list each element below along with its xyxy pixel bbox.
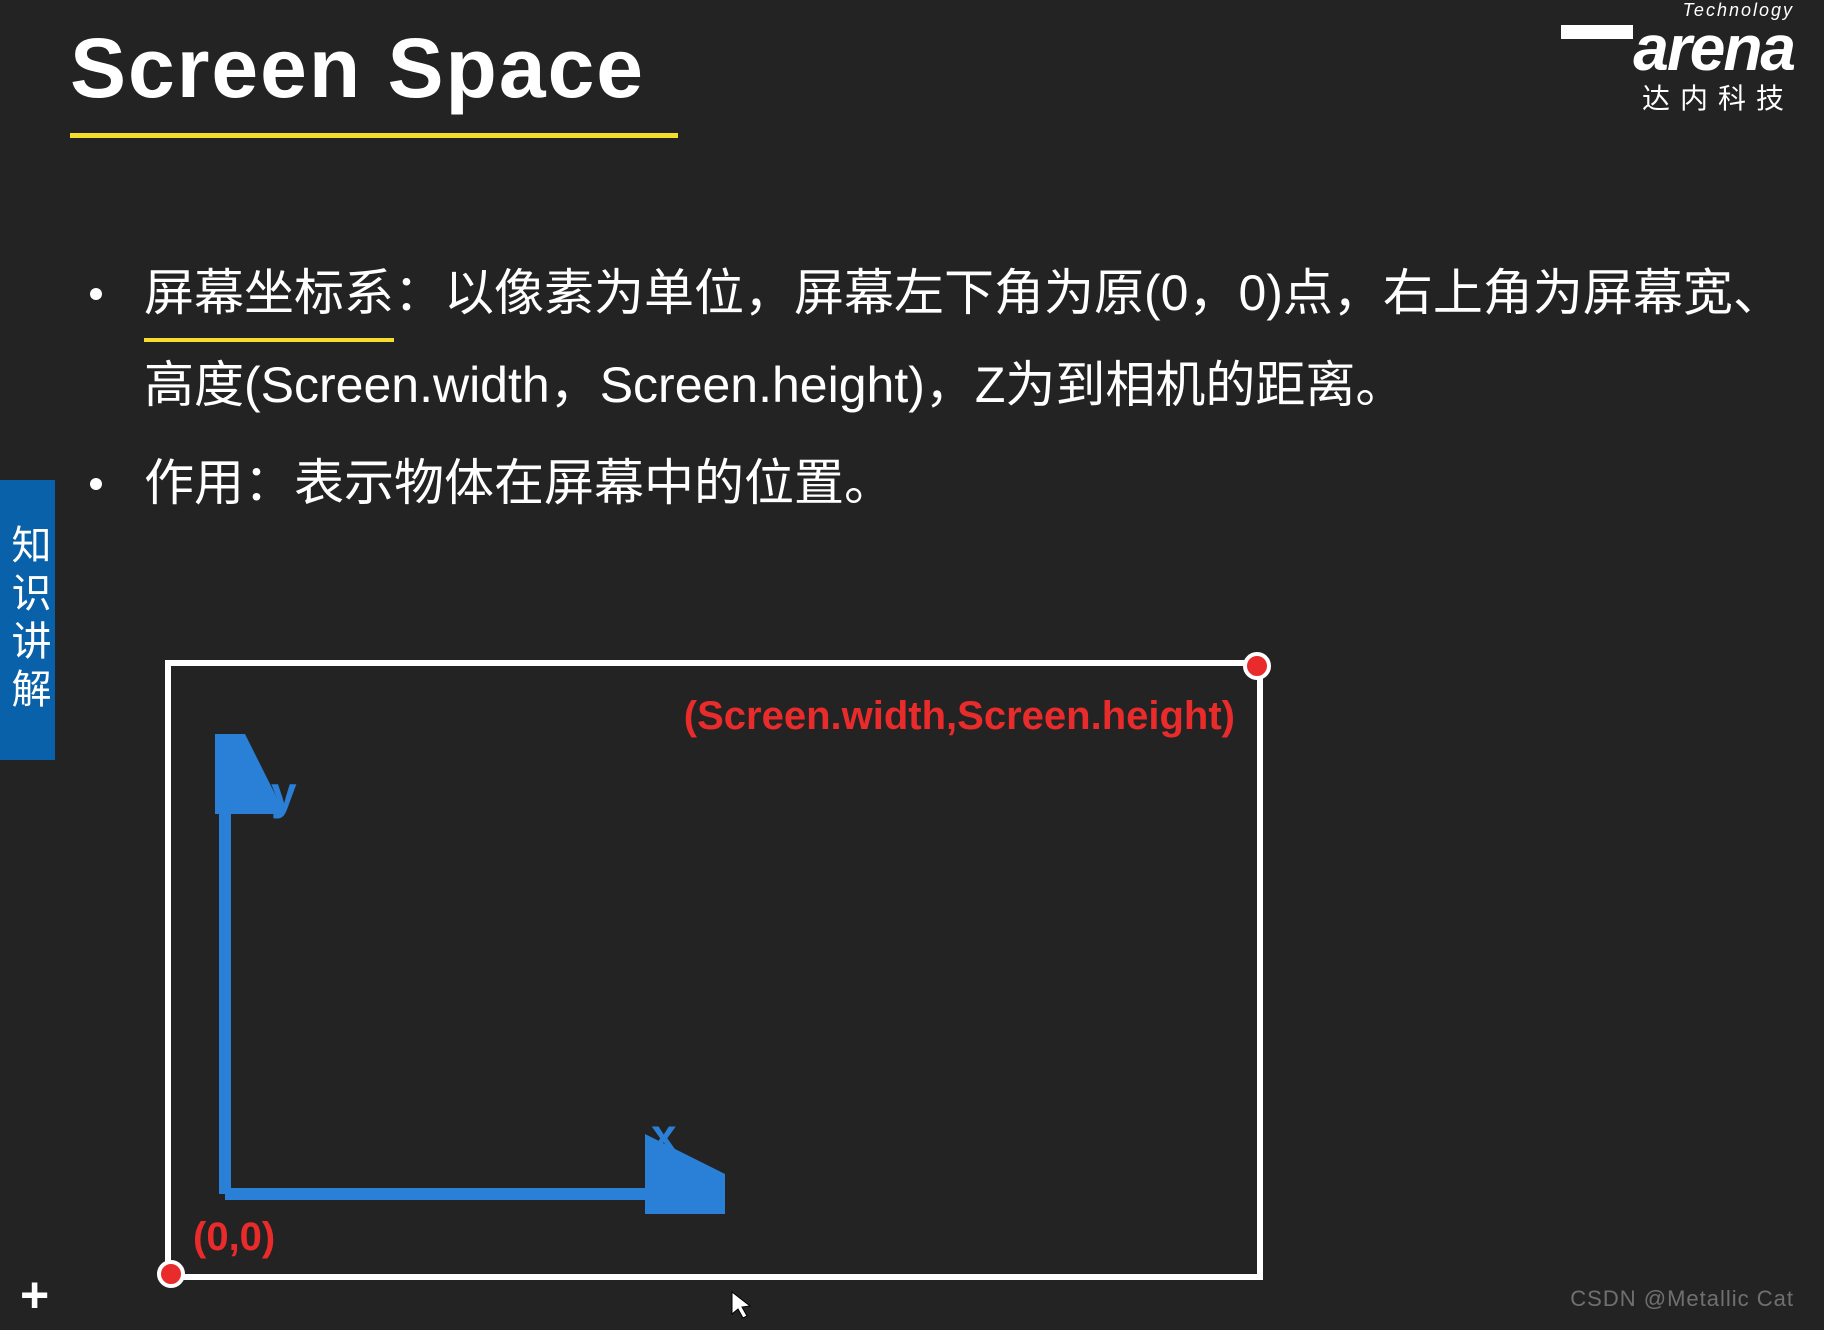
logo-chinese: 达内科技	[1561, 77, 1794, 117]
watermark: CSDN @Metallic Cat	[1570, 1286, 1794, 1312]
bullet-item: 作用：表示物体在屏幕中的位置。	[90, 440, 1794, 526]
cursor-icon	[730, 1290, 754, 1320]
corner-dot-topright-icon	[1243, 652, 1271, 680]
logo-wordmark: arena	[1561, 21, 1794, 75]
keyword-underline: 屏幕坐标系	[144, 250, 394, 342]
bullet-text: 屏幕坐标系：以像素为单位，屏幕左下角为原(0，0)点，右上角为屏幕宽、高度(Sc…	[144, 250, 1794, 428]
axis-x-label: x	[651, 1108, 677, 1162]
axis-y-label: y	[271, 766, 297, 820]
slide: Screen Space Technology arena 达内科技 知识讲解 …	[0, 0, 1824, 1330]
content-area: 屏幕坐标系：以像素为单位，屏幕左下角为原(0，0)点，右上角为屏幕宽、高度(Sc…	[90, 250, 1794, 538]
bullet-dot-icon	[90, 478, 102, 490]
brand-logo: Technology arena 达内科技	[1561, 0, 1794, 117]
page-title: Screen Space	[70, 20, 645, 117]
label-origin: (0,0)	[193, 1215, 275, 1260]
label-screen-size: (Screen.width,Screen.height)	[684, 694, 1235, 739]
bullet-item: 屏幕坐标系：以像素为单位，屏幕左下角为原(0，0)点，右上角为屏幕宽、高度(Sc…	[90, 250, 1794, 428]
footer-plus-icon: +	[20, 1266, 49, 1324]
bullet-text: 作用：表示物体在屏幕中的位置。	[144, 440, 1794, 526]
sidebar-tab-knowledge[interactable]: 知识讲解	[0, 480, 55, 760]
title-underline	[70, 133, 678, 138]
screen-space-diagram: (Screen.width,Screen.height) (0,0) y x	[165, 660, 1263, 1280]
bullet-dot-icon	[90, 288, 102, 300]
corner-dot-bottomleft-icon	[157, 1260, 185, 1288]
